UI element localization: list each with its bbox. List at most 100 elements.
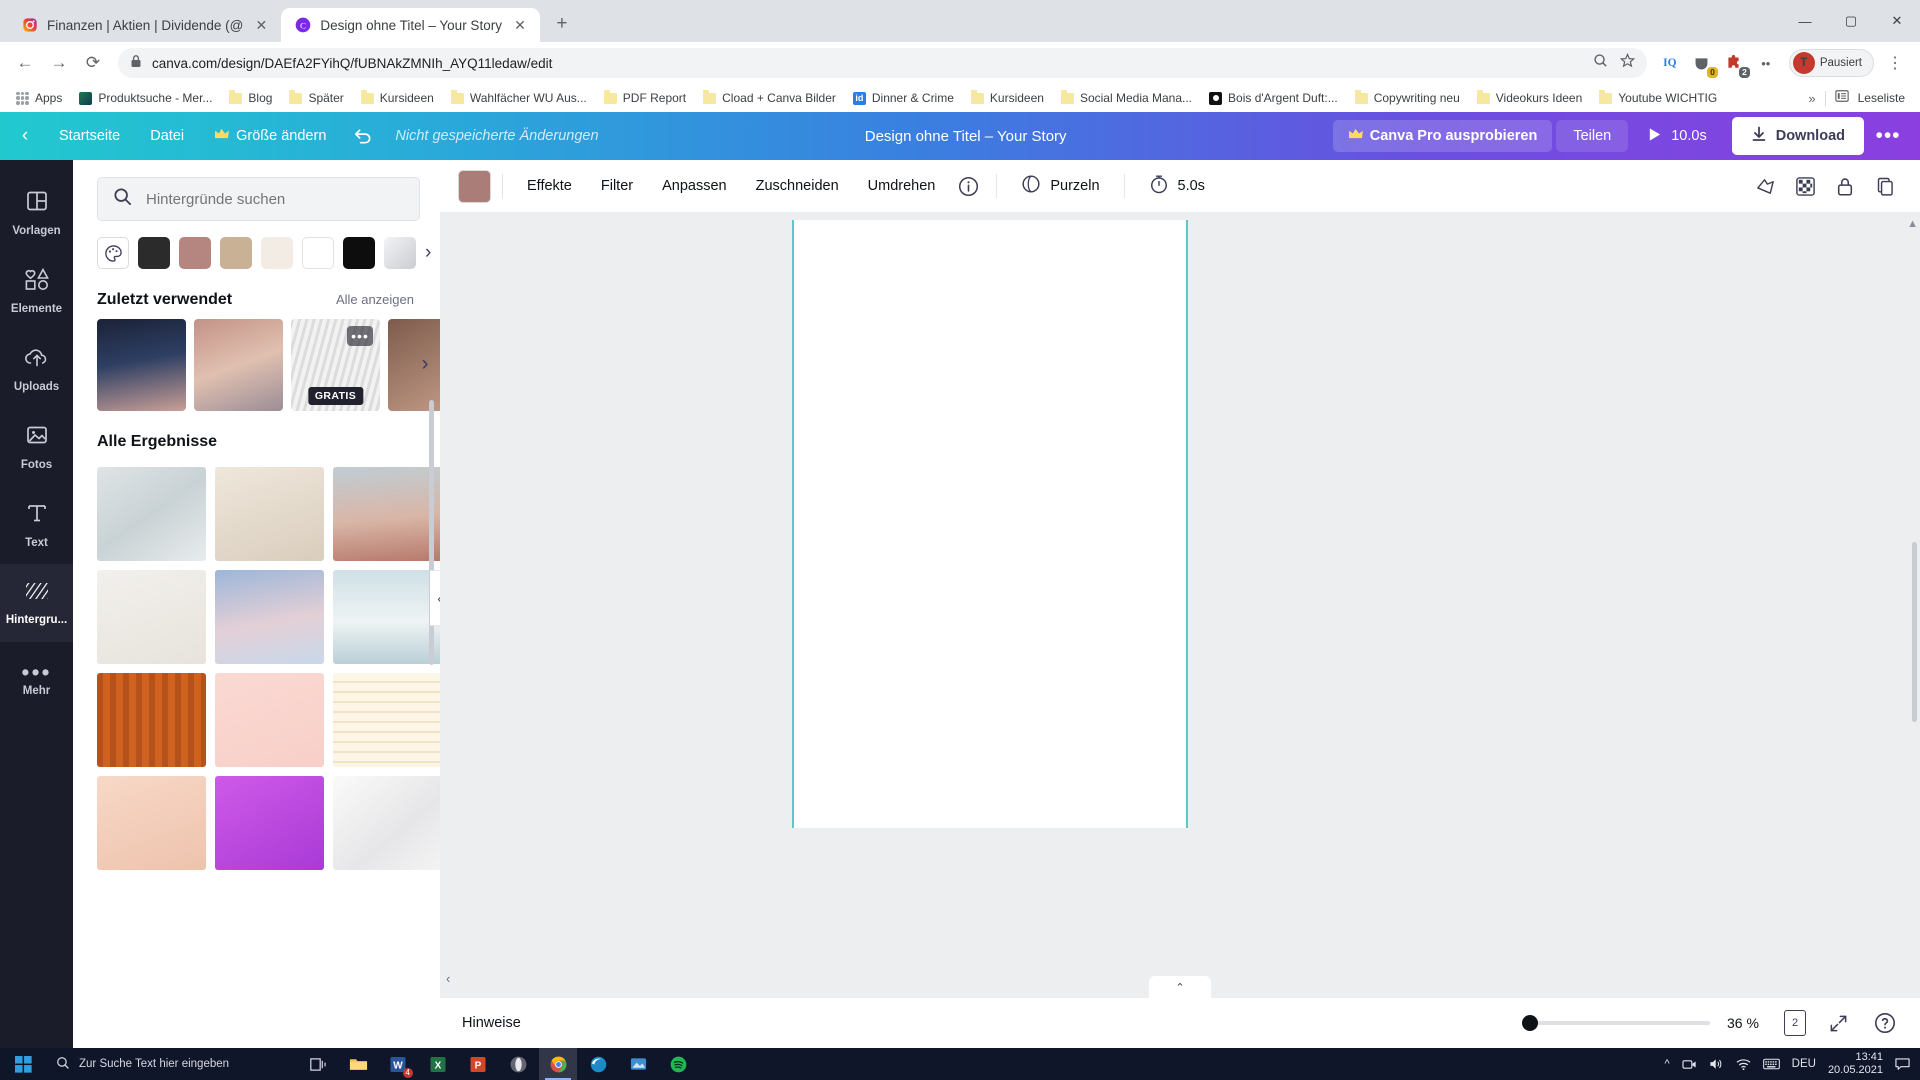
minimize-button[interactable]: —: [1782, 0, 1828, 42]
animate-button[interactable]: Purzeln: [1008, 166, 1112, 206]
result-bg-sunset[interactable]: [333, 467, 440, 561]
keyboard-icon[interactable]: [1762, 1058, 1780, 1070]
bookmark-bois-dargent[interactable]: Bois d'Argent Duft:...: [1202, 88, 1345, 108]
spotify-icon[interactable]: [659, 1048, 697, 1080]
bookmark-apps[interactable]: Apps: [9, 88, 69, 108]
sidebar-item-mehr[interactable]: ••• Mehr: [0, 642, 73, 720]
close-window-button[interactable]: ✕: [1874, 0, 1920, 42]
opera-icon[interactable]: [499, 1048, 537, 1080]
help-icon[interactable]: [1870, 1008, 1900, 1038]
bookmark-videokurs[interactable]: Videokurs Ideen: [1470, 88, 1590, 108]
sidebar-item-fotos[interactable]: Fotos: [0, 408, 73, 486]
bookmark-dinner-crime[interactable]: id Dinner & Crime: [846, 88, 961, 108]
swatch-1[interactable]: [138, 237, 170, 269]
sidebar-item-hintergrund[interactable]: Hintergru...: [0, 564, 73, 642]
sidebar-item-uploads[interactable]: Uploads: [0, 330, 73, 408]
design-page[interactable]: [792, 220, 1188, 828]
taskbar-search[interactable]: Zur Suche Text hier eingeben: [46, 1048, 291, 1080]
result-bg-lines[interactable]: [333, 673, 440, 767]
lock-icon[interactable]: [1828, 169, 1862, 203]
result-bg-frost[interactable]: [97, 467, 206, 561]
adjust-button[interactable]: Anpassen: [649, 170, 740, 202]
maximize-button[interactable]: ▢: [1828, 0, 1874, 42]
bookmark-wahlfaecher[interactable]: Wahlfächer WU Aus...: [444, 88, 594, 108]
scroll-up-icon[interactable]: ▲: [1907, 218, 1918, 230]
filter-button[interactable]: Filter: [588, 170, 646, 202]
bookmark-spaeter[interactable]: Später: [282, 88, 350, 108]
iq-extension-icon[interactable]: IQ: [1657, 50, 1683, 76]
recent-item-3[interactable]: ••• GRATIS: [291, 319, 380, 411]
swatch-6[interactable]: [343, 237, 375, 269]
panel-collapse-button[interactable]: ‹: [430, 570, 440, 626]
notification-icon[interactable]: [1895, 1057, 1910, 1071]
result-bg-marble[interactable]: [333, 776, 440, 870]
effects-button[interactable]: Effekte: [514, 170, 585, 202]
result-bg-pink[interactable]: [215, 673, 324, 767]
chevron-left-icon[interactable]: ‹: [8, 119, 42, 153]
pocket-extension-icon[interactable]: 0: [1689, 50, 1718, 78]
canvas-scrollbar[interactable]: [1912, 542, 1917, 722]
result-bg-purple[interactable]: [215, 776, 324, 870]
position-icon[interactable]: [1748, 169, 1782, 203]
puzzle-extension-icon[interactable]: 2: [1721, 50, 1750, 78]
bookmark-youtube[interactable]: Youtube WICHTIG: [1592, 88, 1724, 108]
chrome-menu-icon[interactable]: ⋮: [1880, 48, 1910, 78]
notes-collapse-button[interactable]: ⌃: [1149, 976, 1211, 998]
document-title[interactable]: Design ohne Titel – Your Story: [865, 128, 1067, 145]
sidebar-item-elemente[interactable]: Elemente: [0, 252, 73, 330]
windows-icon[interactable]: [0, 1048, 46, 1080]
bookmark-kursideen-2[interactable]: Kursideen: [964, 88, 1051, 108]
word-icon[interactable]: W 4: [379, 1048, 417, 1080]
close-icon[interactable]: ✕: [511, 16, 529, 34]
result-bg-beige[interactable]: [215, 467, 324, 561]
forward-icon[interactable]: →: [44, 48, 74, 78]
swatch-3[interactable]: [220, 237, 252, 269]
more-options-button[interactable]: •••: [1868, 118, 1908, 154]
bookmark-blog[interactable]: Blog: [222, 88, 279, 108]
excel-icon[interactable]: X: [419, 1048, 457, 1080]
recent-item-1[interactable]: [97, 319, 186, 411]
bookmark-cload-canva[interactable]: Cload + Canva Bilder: [696, 88, 843, 108]
browser-tab-2[interactable]: C Design ohne Titel – Your Story ✕: [281, 8, 540, 42]
sidebar-item-text[interactable]: Text: [0, 486, 73, 564]
result-bg-clouds[interactable]: [215, 570, 324, 664]
reading-list-button[interactable]: Leseliste: [1858, 88, 1912, 108]
zoom-slider-knob[interactable]: [1522, 1015, 1538, 1031]
browser-tab-1[interactable]: Finanzen | Aktien | Dividende (@ ✕: [8, 8, 281, 42]
bookmark-produktsuche[interactable]: Produktsuche - Mer...: [72, 88, 219, 108]
overflow-extension-icon[interactable]: ••: [1753, 50, 1779, 76]
expand-icon[interactable]: [1823, 1008, 1853, 1038]
swatch-4[interactable]: [261, 237, 293, 269]
bookmark-copywriting[interactable]: Copywriting neu: [1348, 88, 1467, 108]
transparency-icon[interactable]: [1788, 169, 1822, 203]
task-view-icon[interactable]: [299, 1048, 337, 1080]
file-menu-button[interactable]: Datei: [137, 121, 197, 151]
bookmark-kursideen-1[interactable]: Kursideen: [354, 88, 441, 108]
search-box[interactable]: [97, 177, 420, 221]
color-palette-button[interactable]: [97, 237, 129, 269]
download-button[interactable]: Download: [1731, 117, 1864, 155]
result-bg-wood[interactable]: [97, 673, 206, 767]
duration-button[interactable]: 5.0s: [1136, 166, 1218, 206]
volume-icon[interactable]: [1709, 1057, 1724, 1071]
result-bg-ice[interactable]: [333, 570, 440, 664]
page-count-badge[interactable]: 2: [1784, 1010, 1806, 1036]
canva-pro-button[interactable]: Canva Pro ausprobieren: [1332, 120, 1553, 152]
info-icon[interactable]: [951, 169, 985, 203]
new-tab-button[interactable]: +: [548, 10, 576, 38]
star-icon[interactable]: [1619, 52, 1636, 73]
crop-button[interactable]: Zuschneiden: [743, 170, 852, 202]
duplicate-icon[interactable]: [1868, 169, 1902, 203]
recent-item-2[interactable]: [194, 319, 283, 411]
recent-item-menu-icon[interactable]: •••: [347, 326, 373, 346]
sidebar-item-vorlagen[interactable]: Vorlagen: [0, 174, 73, 252]
swatches-next-icon[interactable]: ›: [425, 237, 431, 269]
share-button[interactable]: Teilen: [1556, 120, 1629, 152]
address-bar[interactable]: canva.com/design/DAEfA2FYihQ/fUBNAkZMNIh…: [118, 48, 1647, 78]
close-icon[interactable]: ✕: [252, 16, 270, 34]
photos-icon[interactable]: [619, 1048, 657, 1080]
present-button[interactable]: 10.0s: [1632, 119, 1721, 154]
bookmark-pdf-report[interactable]: PDF Report: [597, 88, 693, 108]
notes-button[interactable]: Hinweise: [462, 1015, 521, 1031]
image-color-swatch[interactable]: [458, 169, 491, 203]
